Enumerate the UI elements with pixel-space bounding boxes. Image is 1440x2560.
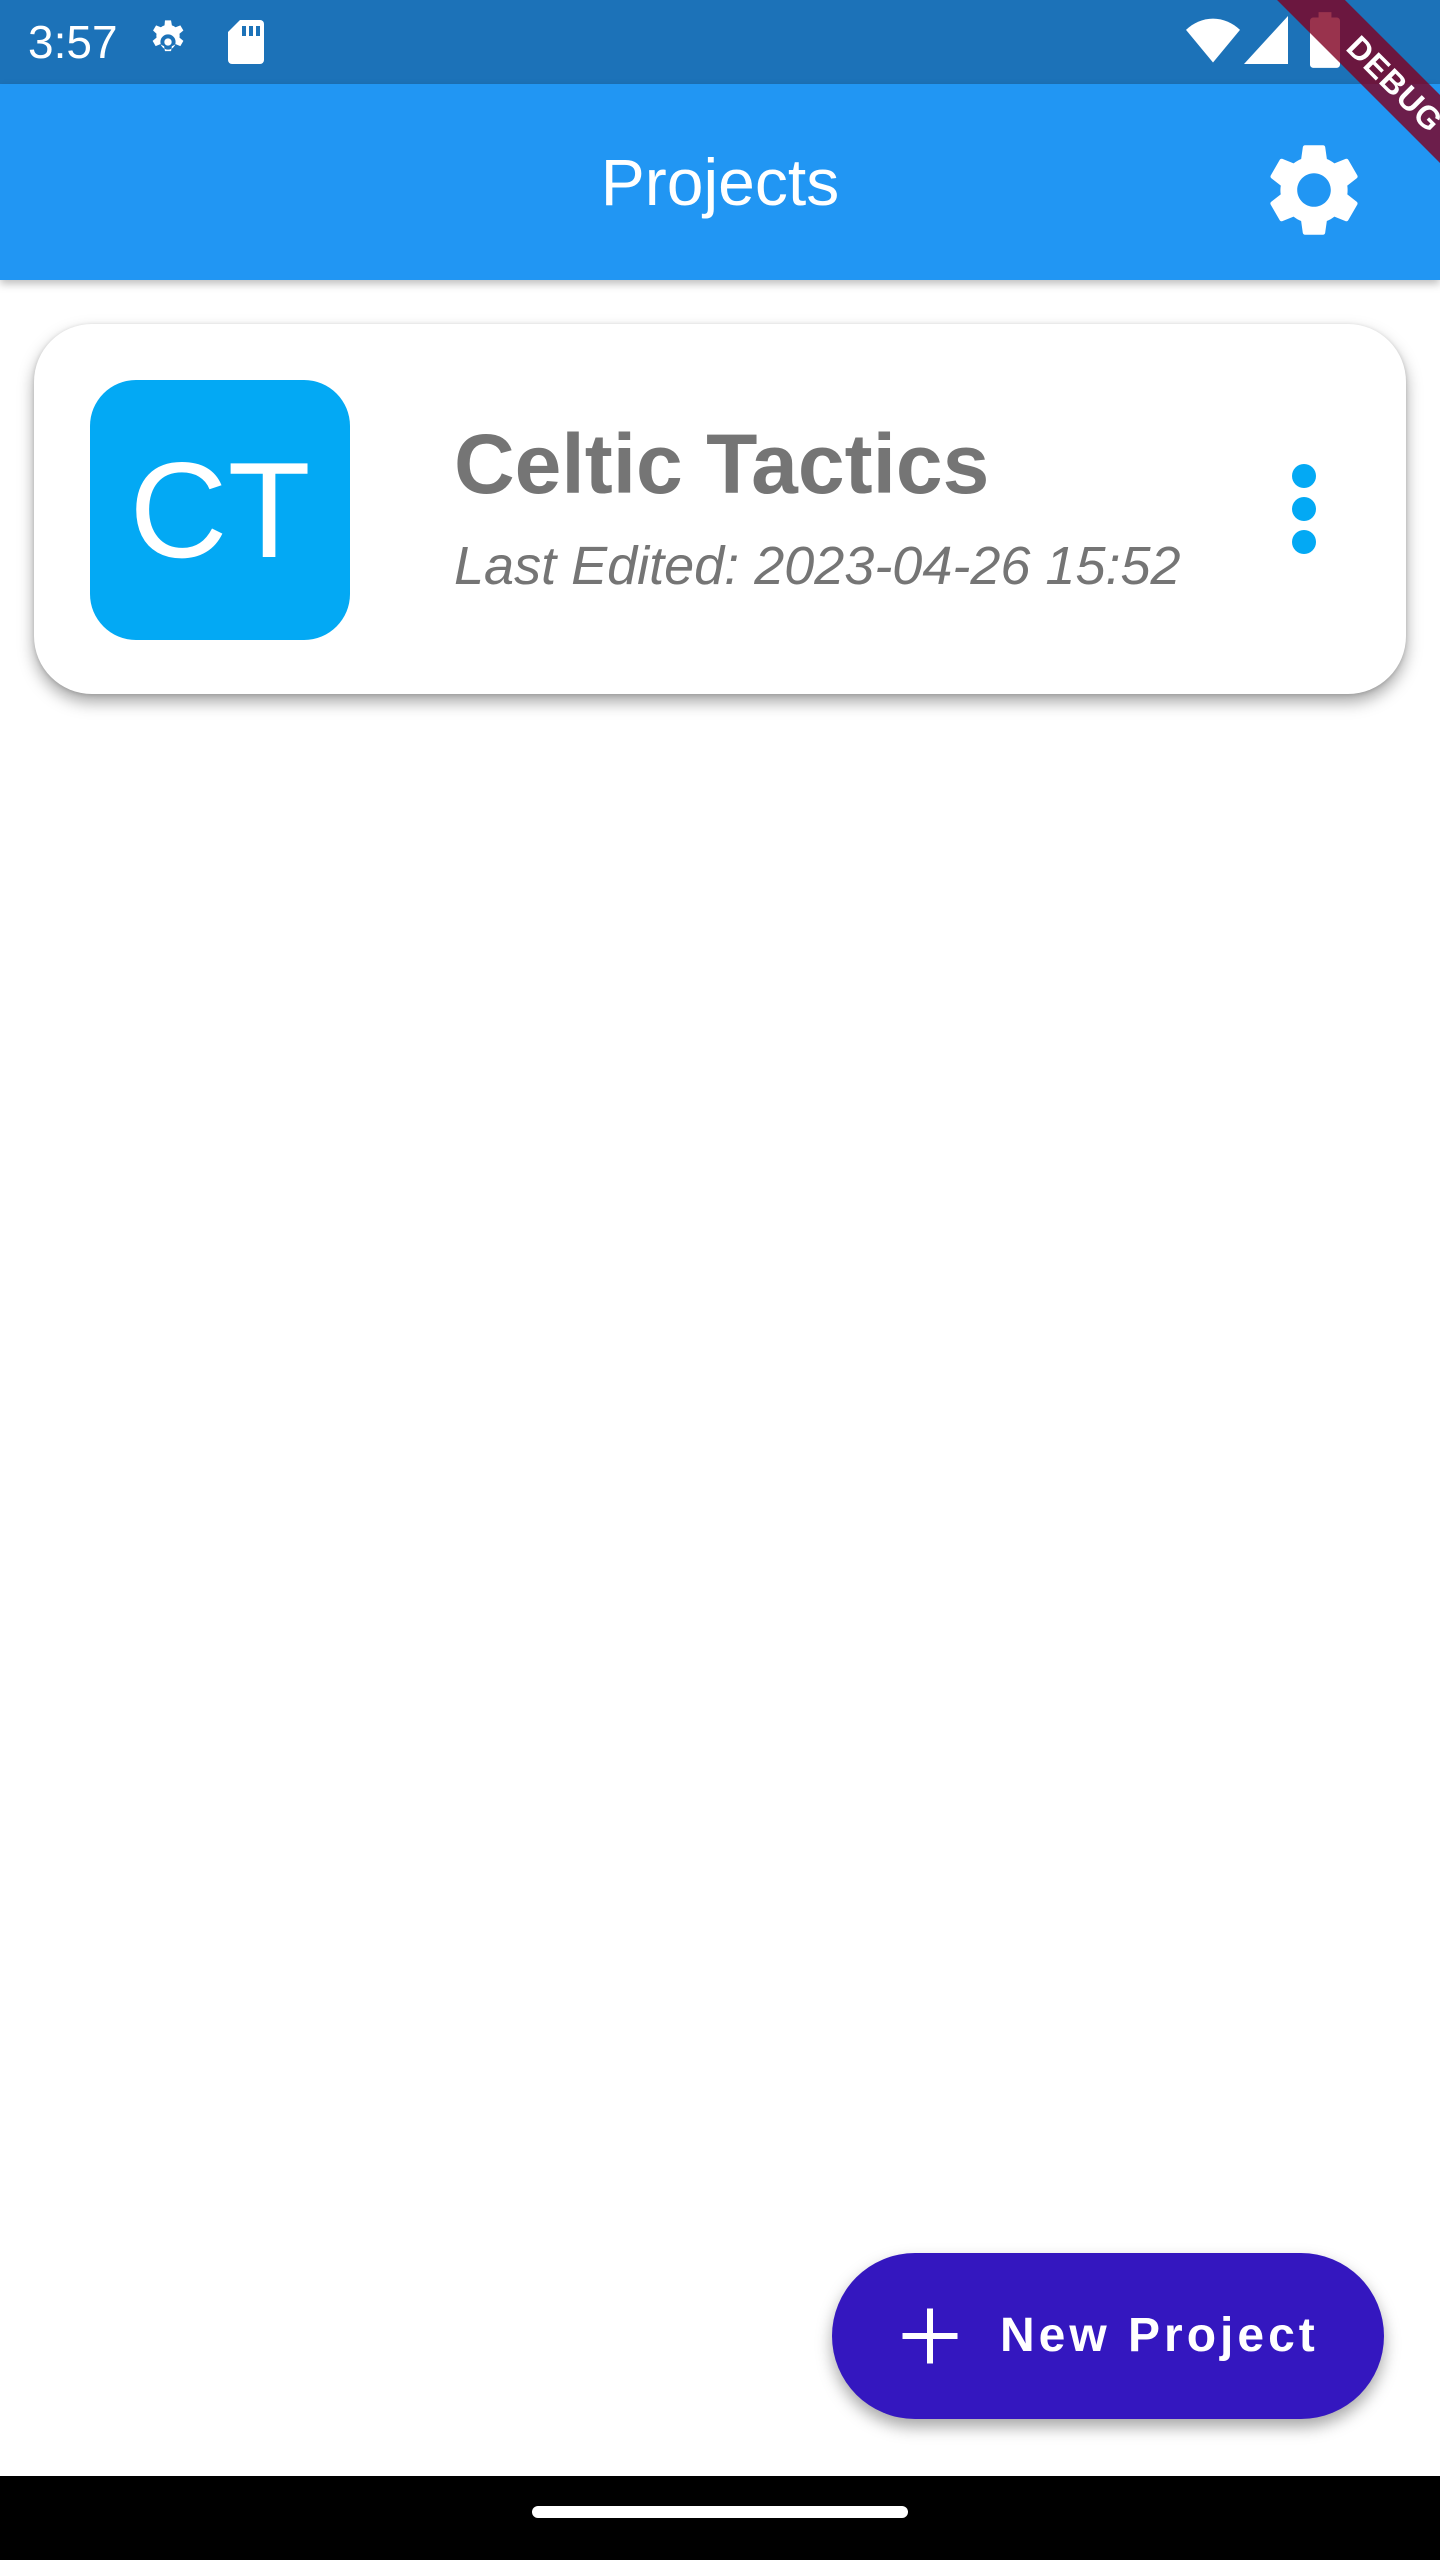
- project-avatar: CT: [90, 380, 350, 640]
- status-time: 3:57: [28, 16, 118, 68]
- project-last-edited: Last Edited: 2023-04-26 15:52: [454, 536, 1181, 596]
- more-dot: [1292, 530, 1316, 554]
- status-bar: 3:57: [0, 0, 1440, 84]
- home-indicator[interactable]: [532, 2506, 908, 2518]
- battery-icon: [1310, 12, 1340, 68]
- new-project-button[interactable]: New Project: [832, 2253, 1384, 2419]
- wifi-icon: [1186, 18, 1240, 63]
- plus-icon: [902, 2308, 958, 2364]
- project-name: Celtic Tactics: [454, 417, 990, 511]
- project-menu-button[interactable]: [1264, 434, 1344, 584]
- more-dot: [1292, 497, 1316, 521]
- gear-icon: [1270, 145, 1358, 235]
- more-dot: [1292, 464, 1316, 488]
- sd-card-icon: [228, 20, 264, 64]
- settings-button[interactable]: [1258, 134, 1370, 246]
- app-bar: Projects: [0, 84, 1440, 280]
- settings-gear-icon: [152, 20, 184, 52]
- page-title: Projects: [600, 145, 840, 219]
- project-card[interactable]: CT Celtic Tactics Last Edited: 2023-04-2…: [34, 324, 1406, 694]
- new-project-label: New Project: [1000, 2309, 1319, 2362]
- cell-signal-icon: [1244, 16, 1288, 64]
- navigation-bar: [0, 2476, 1440, 2560]
